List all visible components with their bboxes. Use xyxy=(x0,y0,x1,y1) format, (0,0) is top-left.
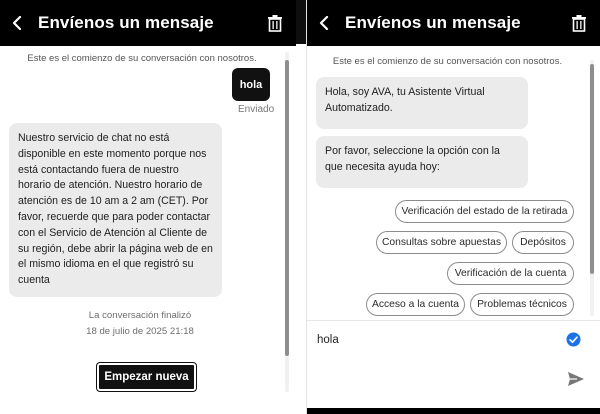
scrollbar-thumb[interactable] xyxy=(590,64,594,274)
bot-message-bubble: Nuestro servicio de chat no está disponi… xyxy=(9,123,222,297)
scrollbar[interactable] xyxy=(590,60,594,316)
conversation-ended-time: 18 de julio de 2025 21:18 xyxy=(86,326,194,337)
bottom-bar xyxy=(307,408,600,414)
option-deposits[interactable]: Depósitos xyxy=(512,231,574,254)
trash-icon[interactable] xyxy=(570,14,588,32)
message-status: Enviado xyxy=(238,104,275,115)
chat-title: Envíenos un mensaje xyxy=(345,13,521,32)
chat-header: Envíenos un mensaje xyxy=(307,0,600,46)
composer-divider xyxy=(307,320,600,321)
start-new-button[interactable]: Empezar nueva xyxy=(97,363,196,391)
conversation-intro: Este es el comienzo de su conversación c… xyxy=(27,53,257,64)
bot-message-bubble: Por favor, seleccione la opción con la q… xyxy=(316,136,528,188)
option-account-access[interactable]: Acceso a la cuenta xyxy=(366,293,465,316)
option-betting-queries[interactable]: Consultas sobre apuestas xyxy=(376,231,507,254)
conversation-ended-label: La conversación finalizó xyxy=(88,310,192,321)
chat-header: Envíenos un mensaje xyxy=(0,0,296,46)
option-withdrawal-status[interactable]: Verificación del estado de la retirada xyxy=(395,200,574,223)
option-account-verification[interactable]: Verificación de la cuenta xyxy=(447,262,574,285)
option-technical-problems[interactable]: Problemas técnicos xyxy=(470,293,574,316)
bot-message-bubble: Hola, soy AVA, tu Asistente Virtual Auto… xyxy=(316,77,528,129)
scrollbar-thumb[interactable] xyxy=(285,60,289,356)
send-icon[interactable] xyxy=(567,370,585,388)
chat-panel-right: Envíenos un mensaje Este es el comienzo … xyxy=(306,0,600,414)
conversation-intro: Este es el comienzo de su conversación c… xyxy=(332,56,563,67)
chat-title: Envíenos un mensaje xyxy=(38,13,214,32)
chevron-left-icon[interactable] xyxy=(319,16,333,30)
chat-panel-left: Envíenos un mensaje Este es el comienzo … xyxy=(0,0,296,414)
chevron-left-icon[interactable] xyxy=(12,16,26,30)
message-input[interactable]: hola xyxy=(317,334,339,346)
user-message-bubble: hola xyxy=(232,68,270,101)
trash-icon[interactable] xyxy=(266,14,284,32)
check-circle-icon xyxy=(566,332,581,347)
divider xyxy=(296,0,306,414)
scrollbar[interactable] xyxy=(285,52,289,392)
